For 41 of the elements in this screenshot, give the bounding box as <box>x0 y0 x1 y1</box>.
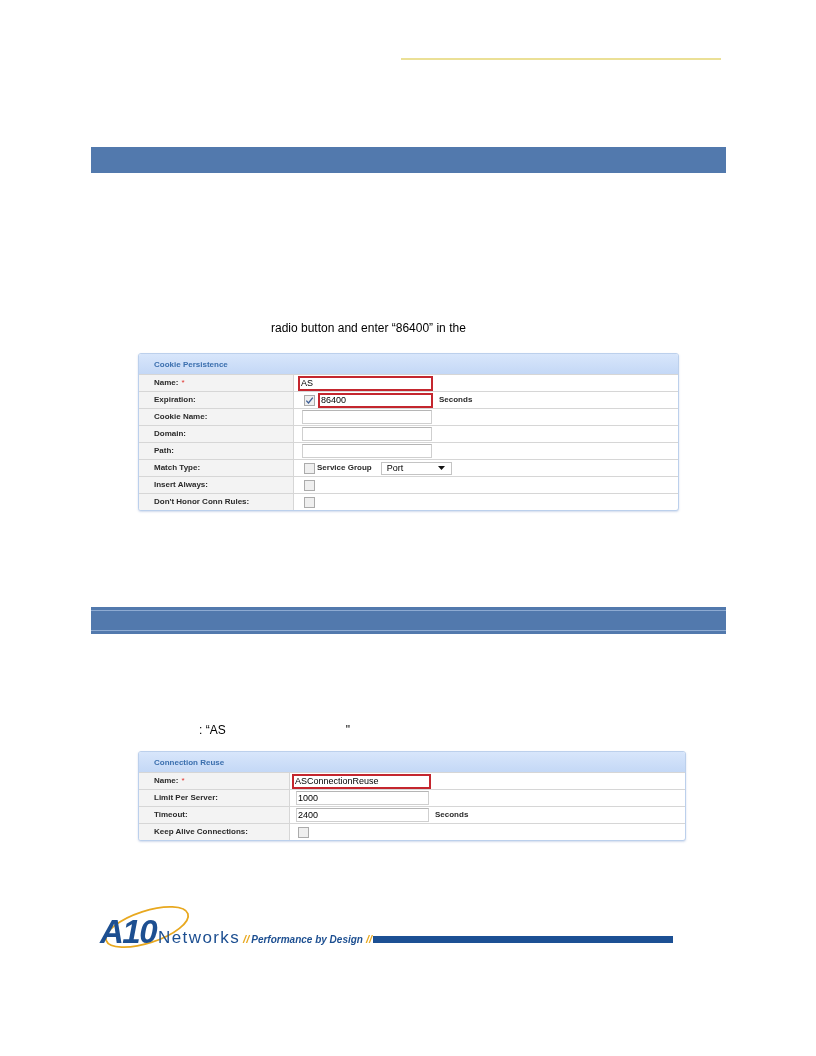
field-label: Name: <box>154 377 179 389</box>
required-mark: * <box>181 775 185 787</box>
panel-title: Connection Reuse <box>139 752 685 772</box>
field-label: Path: <box>154 445 174 457</box>
dropdown[interactable]: Port <box>380 461 452 475</box>
logo-wordmark: Networks <box>158 930 241 945</box>
field-label: Insert Always: <box>154 479 208 491</box>
field-label: Domain: <box>154 428 186 440</box>
field-label: Name: <box>154 775 179 787</box>
tagline-separator: // <box>243 934 250 945</box>
checkbox[interactable] <box>304 496 315 508</box>
checkbox-label[interactable]: Service Group <box>317 462 372 474</box>
instruction-text: radio button and enter “86400” in the <box>271 321 466 335</box>
text-field[interactable] <box>302 410 432 424</box>
checkbox[interactable] <box>304 462 315 474</box>
checkbox[interactable] <box>304 479 315 491</box>
text-field[interactable] <box>302 444 432 458</box>
text-field[interactable]: 2400 <box>296 808 429 822</box>
caret-icon <box>437 466 445 470</box>
field-label: Keep Alive Connections: <box>154 826 248 838</box>
text-field[interactable] <box>302 427 432 441</box>
instruction-text: " <box>345 723 350 737</box>
text-field[interactable]: 86400 <box>318 392 433 408</box>
unit-label: Seconds <box>435 809 469 821</box>
field-label: Limit Per Server: <box>154 792 219 804</box>
field-label: Match Type: <box>154 462 201 474</box>
checkbox[interactable] <box>304 394 315 406</box>
checkbox[interactable] <box>298 826 309 838</box>
field-label: Don't Honor Conn Rules: <box>154 496 250 508</box>
text-field[interactable]: 1000 <box>296 791 429 805</box>
field-label: Timeout: <box>154 809 188 821</box>
field-label: Expiration: <box>154 394 196 406</box>
required-mark: * <box>181 377 185 389</box>
text-field[interactable]: AS <box>298 375 433 391</box>
panel-title: Cookie Persistence <box>139 354 678 374</box>
tagline: Performance by Design <box>251 934 363 945</box>
field-label: Cookie Name: <box>154 411 208 423</box>
instruction-text: : “AS <box>199 723 226 737</box>
text-field[interactable]: ASConnectionReuse <box>292 773 431 789</box>
tagline-separator: // <box>365 934 373 945</box>
unit-label: Seconds <box>439 394 473 406</box>
